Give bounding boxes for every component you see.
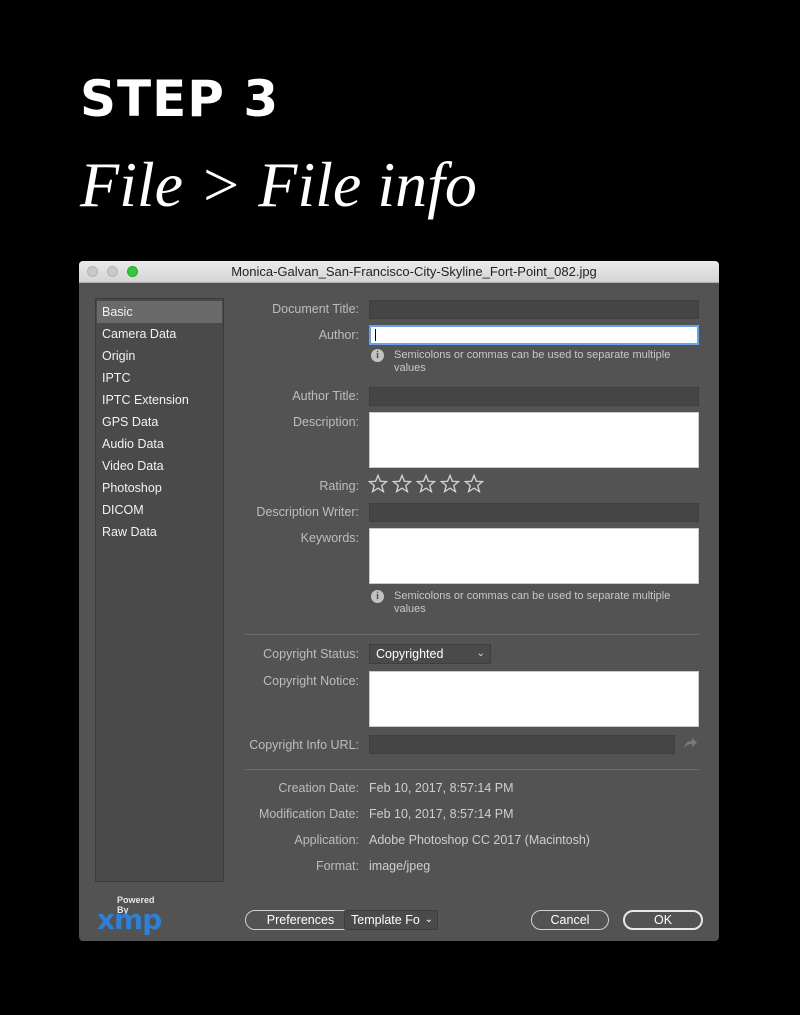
copyright-status-label: Copyright Status: <box>263 647 359 661</box>
section-divider <box>245 769 699 770</box>
description-writer-field[interactable] <box>369 503 699 522</box>
sidebar-item-dicom[interactable]: DICOM <box>97 499 222 521</box>
author-title-label: Author Title: <box>292 389 359 403</box>
title-bar[interactable]: Monica-Galvan_San-Francisco-City-Skyline… <box>79 261 719 283</box>
author-title-field[interactable] <box>369 387 699 406</box>
author-hint: i Semicolons or commas can be used to se… <box>369 349 709 377</box>
ok-button[interactable]: OK <box>623 910 703 930</box>
sidebar-item-iptc[interactable]: IPTC <box>97 367 222 389</box>
step-heading: STEP 3 <box>80 70 280 128</box>
copyright-status-select[interactable]: Copyrighted ⌄ <box>369 644 491 664</box>
file-info-dialog: Monica-Galvan_San-Francisco-City-Skyline… <box>79 261 719 941</box>
document-title-field[interactable] <box>369 300 699 319</box>
chevron-down-icon: ⌄ <box>424 914 433 925</box>
rating-stars <box>368 474 484 494</box>
sidebar-item-gps-data[interactable]: GPS Data <box>97 411 222 433</box>
window-title: Monica-Galvan_San-Francisco-City-Skyline… <box>231 264 597 279</box>
modification-date-value: Feb 10, 2017, 8:57:14 PM <box>369 807 514 821</box>
copyright-status-value: Copyrighted <box>376 647 444 661</box>
application-value: Adobe Photoshop CC 2017 (Macintosh) <box>369 833 590 847</box>
copyright-notice-label: Copyright Notice: <box>263 674 359 688</box>
creation-date-value: Feb 10, 2017, 8:57:14 PM <box>369 781 514 795</box>
keywords-label: Keywords: <box>300 531 359 545</box>
info-icon: i <box>371 349 384 362</box>
star-icon[interactable] <box>464 474 484 494</box>
template-select-label: Template Fo <box>351 913 420 927</box>
star-icon[interactable] <box>368 474 388 494</box>
step-subtitle: File > File info <box>80 149 477 220</box>
description-writer-label: Description Writer: <box>256 505 359 519</box>
sidebar-item-raw-data[interactable]: Raw Data <box>97 521 222 543</box>
sidebar-item-origin[interactable]: Origin <box>97 345 222 367</box>
info-icon: i <box>371 590 384 603</box>
copyright-notice-field[interactable] <box>369 671 699 727</box>
application-label: Application: <box>294 833 359 847</box>
format-label: Format: <box>315 859 359 873</box>
template-folder-select[interactable]: Template Fo ⌄ <box>344 910 438 930</box>
sidebar-item-video-data[interactable]: Video Data <box>97 455 222 477</box>
format-value: image/jpeg <box>369 859 431 873</box>
xmp-logo: Powered By xmp <box>97 893 167 936</box>
text-caret <box>375 329 376 341</box>
star-icon[interactable] <box>416 474 436 494</box>
description-label: Description: <box>293 415 359 429</box>
cancel-button[interactable]: Cancel <box>531 910 609 930</box>
modification-date-label: Modification Date: <box>258 807 359 821</box>
preferences-button[interactable]: Preferences <box>245 910 356 930</box>
star-icon[interactable] <box>392 474 412 494</box>
author-hint-text: Semicolons or commas can be used to sepa… <box>394 349 671 374</box>
sidebar-item-camera-data[interactable]: Camera Data <box>97 323 222 345</box>
keywords-field[interactable] <box>369 528 699 584</box>
star-icon[interactable] <box>440 474 460 494</box>
author-label: Author: <box>318 328 359 342</box>
keywords-hint: i Semicolons or commas can be used to se… <box>369 590 709 618</box>
category-sidebar: Basic Camera Data Origin IPTC IPTC Exten… <box>95 298 224 882</box>
keywords-hint-text: Semicolons or commas can be used to sepa… <box>394 590 671 615</box>
sidebar-item-basic[interactable]: Basic <box>97 301 222 323</box>
rating-label: Rating: <box>319 479 359 493</box>
sidebar-item-iptc-extension[interactable]: IPTC Extension <box>97 389 222 411</box>
chevron-down-icon: ⌄ <box>476 648 485 659</box>
sidebar-item-audio-data[interactable]: Audio Data <box>97 433 222 455</box>
author-field[interactable] <box>369 325 699 345</box>
description-field[interactable] <box>369 412 699 468</box>
go-to-url-icon[interactable] <box>682 735 698 751</box>
copyright-url-field[interactable] <box>369 735 675 754</box>
sidebar-item-photoshop[interactable]: Photoshop <box>97 477 222 499</box>
document-title-label: Document Title: <box>272 302 359 316</box>
section-divider <box>245 634 699 635</box>
creation-date-label: Creation Date: <box>278 781 359 795</box>
xmp-logo-text: xmp <box>97 903 162 936</box>
copyright-url-label: Copyright Info URL: <box>249 738 359 752</box>
